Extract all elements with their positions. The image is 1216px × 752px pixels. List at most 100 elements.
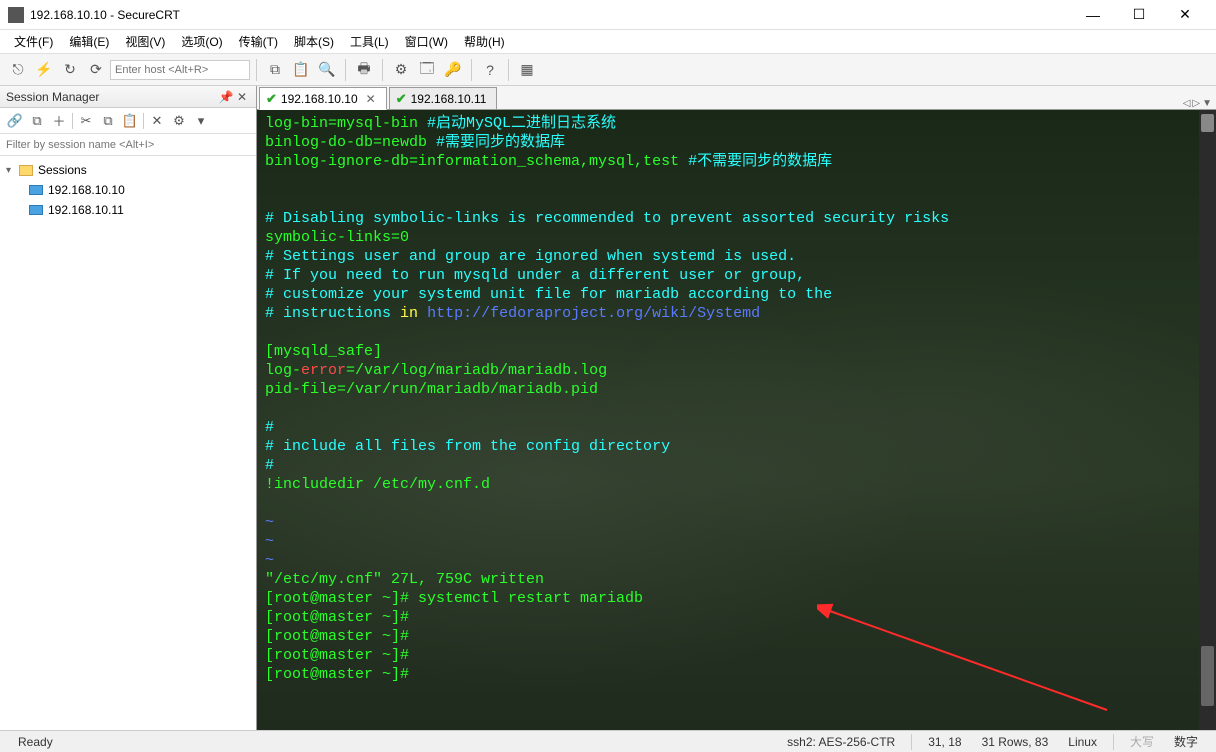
terminal-line: [mysqld_safe] [265,342,1208,361]
reconnect-icon[interactable]: ↻ [58,58,82,82]
tree-label: Sessions [38,163,87,177]
session-label: 192.168.10.11 [48,203,124,217]
terminal-line: # [265,418,1208,437]
terminal-line: binlog-do-db=newdb #需要同步的数据库 [265,133,1208,152]
terminal-line [265,171,1208,190]
menu-edit[interactable]: 编辑(E) [61,31,117,52]
close-button[interactable]: ✕ [1162,0,1208,30]
terminal-line: log-error=/var/log/mariadb/mariadb.log [265,361,1208,380]
status-bar: Ready ssh2: AES-256-CTR 31, 18 31 Rows, … [0,730,1216,752]
terminal-content[interactable]: log-bin=mysql-bin #启动MySQL二进制日志系统binlog-… [257,110,1216,730]
sessionmanager-icon[interactable]: ▦ [515,58,539,82]
find-icon[interactable]: 🔍 [315,58,339,82]
tab-close-icon[interactable]: ✕ [366,92,376,106]
sm-new-icon[interactable]: ＋ [48,110,70,132]
sm-paste-icon[interactable]: 📋 [119,110,141,132]
pin-icon[interactable]: 📌 [218,90,234,104]
menu-transfer[interactable]: 传输(T) [231,31,286,52]
status-capslock: 大写 [1120,733,1164,750]
menu-script[interactable]: 脚本(S) [286,31,342,52]
session-item[interactable]: 192.168.10.10 [0,180,256,200]
quickconnect-icon[interactable]: ⚡ [32,58,56,82]
connect-icon[interactable]: ⎋ [6,58,30,82]
tab-inactive[interactable]: ✔ 192.168.10.11 [389,87,498,109]
sm-newtab-icon[interactable]: ⧉ [26,110,48,132]
expand-arrow-icon[interactable]: ▾ [6,165,18,176]
terminal-line: log-bin=mysql-bin #启动MySQL二进制日志系统 [265,114,1208,133]
status-size: 31 Rows, 83 [972,735,1059,749]
terminal-line: [root@master ~]# [265,627,1208,646]
properties-icon[interactable]: 🗔 [415,58,439,82]
paste-icon[interactable]: 📋 [289,58,313,82]
window-controls: — ☐ ✕ [1070,0,1208,30]
disconnect-icon[interactable]: ⟳ [84,58,108,82]
scroll-thumb[interactable] [1201,646,1214,706]
status-ready: Ready [8,735,63,749]
menu-file[interactable]: 文件(F) [6,31,61,52]
tab-active[interactable]: ✔ 192.168.10.10 ✕ [259,87,387,110]
toolbar-separator [256,59,257,81]
status-separator [911,734,912,750]
session-manager-title: Session Manager [6,90,218,104]
sm-cut-icon[interactable]: ✂ [75,110,97,132]
terminal-line: binlog-ignore-db=information_schema,mysq… [265,152,1208,171]
sm-properties-icon[interactable]: ⚙ [168,110,190,132]
tab-list-icon[interactable]: ▼ [1202,98,1212,109]
session-icon [28,203,44,217]
terminal-line: [root@master ~]# [265,646,1208,665]
window-title: 192.168.10.10 - SecureCRT [30,8,1070,22]
print-icon[interactable]: 🖶 [352,58,376,82]
terminal-line: ~ [265,551,1208,570]
menu-tools[interactable]: 工具(L) [342,31,397,52]
copy-icon[interactable]: ⧉ [263,58,287,82]
terminal-line: # [265,456,1208,475]
tab-nav: ◁ ▷ ▼ [1183,98,1216,109]
key-icon[interactable]: 🔑 [441,58,465,82]
terminal-line: # customize your systemd unit file for m… [265,285,1208,304]
menubar: 文件(F) 编辑(E) 视图(V) 选项(O) 传输(T) 脚本(S) 工具(L… [0,30,1216,54]
terminal[interactable]: log-bin=mysql-bin #启动MySQL二进制日志系统binlog-… [257,110,1216,730]
sm-dropdown-icon[interactable]: ▾ [190,110,212,132]
terminal-line [265,399,1208,418]
status-os: Linux [1058,735,1107,749]
titlebar: 192.168.10.10 - SecureCRT — ☐ ✕ [0,0,1216,30]
scroll-thumb[interactable] [1201,114,1214,132]
tab-label: 192.168.10.10 [281,92,358,106]
toolbar-separator [382,59,383,81]
session-filter-input[interactable] [0,134,256,156]
menu-window[interactable]: 窗口(W) [397,31,456,52]
terminal-line: # include all files from the config dire… [265,437,1208,456]
toolbar-separator [471,59,472,81]
sm-copy-icon[interactable]: ⧉ [97,110,119,132]
menu-help[interactable]: 帮助(H) [456,31,513,52]
terminal-scrollbar[interactable] [1199,110,1216,730]
terminal-line [265,190,1208,209]
terminal-line: [root@master ~]# systemctl restart maria… [265,589,1208,608]
terminal-line: ~ [265,513,1208,532]
menu-options[interactable]: 选项(O) [173,31,230,52]
tab-bar: ✔ 192.168.10.10 ✕ ✔ 192.168.10.11 ◁ ▷ ▼ [257,86,1216,110]
app-icon [8,7,24,23]
maximize-button[interactable]: ☐ [1116,0,1162,30]
session-manager-panel: Session Manager 📌 ✕ 🔗 ⧉ ＋ ✂ ⧉ 📋 ✕ ⚙ ▾ ▾ … [0,86,257,730]
toolbar-separator [345,59,346,81]
tab-label: 192.168.10.11 [411,92,487,106]
tree-root-sessions[interactable]: ▾ Sessions [0,160,256,180]
menu-view[interactable]: 视图(V) [117,31,173,52]
tab-next-icon[interactable]: ▷ [1192,98,1200,109]
help-icon[interactable]: ? [478,58,502,82]
session-manager-header: Session Manager 📌 ✕ [0,86,256,108]
terminal-line: symbolic-links=0 [265,228,1208,247]
connected-icon: ✔ [396,91,407,107]
settings-icon[interactable]: ⚙ [389,58,413,82]
minimize-button[interactable]: — [1070,0,1116,30]
panel-close-icon[interactable]: ✕ [234,90,250,104]
tab-prev-icon[interactable]: ◁ [1183,98,1191,109]
main-area: Session Manager 📌 ✕ 🔗 ⧉ ＋ ✂ ⧉ 📋 ✕ ⚙ ▾ ▾ … [0,86,1216,730]
sm-delete-icon[interactable]: ✕ [146,110,168,132]
session-item[interactable]: 192.168.10.11 [0,200,256,220]
status-separator [1113,734,1114,750]
separator [143,113,144,129]
host-input[interactable] [110,60,250,80]
sm-connect-icon[interactable]: 🔗 [4,110,26,132]
